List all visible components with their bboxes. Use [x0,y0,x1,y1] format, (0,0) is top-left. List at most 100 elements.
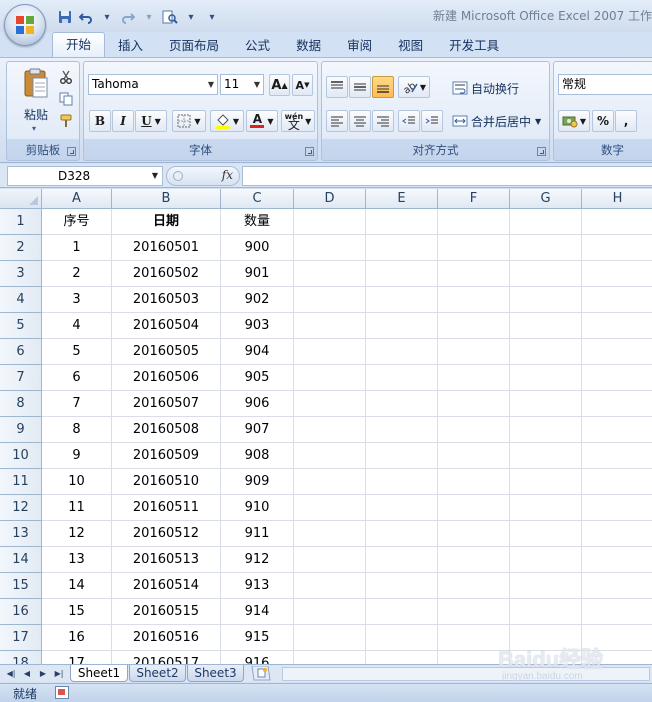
cell-e[interactable] [366,651,438,664]
cell-a[interactable]: 12 [42,521,112,547]
wrap-text-button[interactable]: 自动换行 [452,78,519,98]
cell-b[interactable]: 20160505 [112,339,221,365]
cell-d[interactable] [294,547,366,573]
cell-b[interactable]: 20160501 [112,235,221,261]
cell-g[interactable] [510,209,582,235]
cell-d[interactable] [294,599,366,625]
fill-color-button[interactable]: ▼ [210,110,244,132]
column-header-b[interactable]: B [112,189,221,209]
cell-e[interactable] [366,313,438,339]
shrink-font-button[interactable]: A ▼ [292,74,313,96]
tab-page-layout[interactable]: 页面布局 [156,34,232,58]
cell-f[interactable] [438,365,510,391]
row-header[interactable]: 12 [0,495,42,521]
print-preview-dropdown-icon[interactable]: ▾ [182,8,200,26]
record-macro-icon[interactable] [55,686,69,699]
cell-c[interactable]: 910 [221,495,294,521]
cell-e[interactable] [366,443,438,469]
cell-e[interactable] [366,547,438,573]
cell-d[interactable] [294,495,366,521]
cell-a[interactable]: 1 [42,235,112,261]
tab-home[interactable]: 开始 [52,32,106,58]
redo-dropdown-icon[interactable]: ▾ [140,8,158,26]
tab-view[interactable]: 视图 [385,34,436,58]
cell-h[interactable] [582,651,652,664]
row-header[interactable]: 3 [0,261,42,287]
next-sheet-icon[interactable]: ▶ [36,666,50,681]
cell-c[interactable]: 904 [221,339,294,365]
cell-a[interactable]: 14 [42,573,112,599]
cell-g[interactable] [510,469,582,495]
row-header[interactable]: 2 [0,235,42,261]
select-all-button[interactable] [0,189,42,209]
cell-f[interactable] [438,495,510,521]
cell-c[interactable]: 906 [221,391,294,417]
row-header[interactable]: 16 [0,599,42,625]
column-header-d[interactable]: D [294,189,366,209]
cell-h[interactable] [582,391,652,417]
cell-h[interactable] [582,209,652,235]
alignment-dialog-launcher[interactable] [537,147,546,156]
cell-h[interactable] [582,625,652,651]
first-sheet-icon[interactable]: ◀| [4,666,18,681]
cell-c[interactable]: 903 [221,313,294,339]
cell-f[interactable] [438,287,510,313]
undo-icon[interactable] [77,8,95,26]
cell-d[interactable] [294,417,366,443]
cell-h[interactable] [582,443,652,469]
cell-g[interactable] [510,287,582,313]
cell-b[interactable]: 20160514 [112,573,221,599]
cell-f[interactable] [438,235,510,261]
font-size-combo[interactable]: 11 ▼ [220,74,264,95]
cell-b[interactable]: 20160516 [112,625,221,651]
cell-e[interactable] [366,235,438,261]
row-header[interactable]: 6 [0,339,42,365]
align-left-button[interactable] [326,110,348,132]
cell-c[interactable]: 913 [221,573,294,599]
tab-insert[interactable]: 插入 [105,34,156,58]
undo-dropdown-icon[interactable]: ▾ [98,8,116,26]
cell-e[interactable] [366,209,438,235]
cell-g[interactable] [510,495,582,521]
cell-c[interactable]: 907 [221,417,294,443]
cell-h[interactable] [582,469,652,495]
cell-d[interactable] [294,365,366,391]
cell-d[interactable] [294,391,366,417]
cell-c[interactable]: 915 [221,625,294,651]
cell-a[interactable]: 2 [42,261,112,287]
cell-h[interactable] [582,495,652,521]
row-header[interactable]: 11 [0,469,42,495]
cell-b[interactable]: 20160504 [112,313,221,339]
cell-e[interactable] [366,365,438,391]
cell-b[interactable]: 20160515 [112,599,221,625]
formula-input[interactable] [242,166,652,186]
insert-sheet-icon[interactable] [250,666,272,681]
cell-a[interactable]: 10 [42,469,112,495]
cell-g[interactable] [510,625,582,651]
cell-a[interactable]: 7 [42,391,112,417]
cell-h[interactable] [582,339,652,365]
cell-e[interactable] [366,261,438,287]
name-box-dropdown-icon[interactable]: ▼ [152,167,158,185]
cell-d[interactable] [294,573,366,599]
cell-g[interactable] [510,599,582,625]
cell-b[interactable]: 20160509 [112,443,221,469]
save-icon[interactable] [56,8,74,26]
cell-h[interactable] [582,573,652,599]
sheet-tab-sheet3[interactable]: Sheet3 [187,665,244,682]
cell-e[interactable] [366,339,438,365]
column-header-g[interactable]: G [510,189,582,209]
cell-c[interactable]: 914 [221,599,294,625]
row-header[interactable]: 18 [0,651,42,664]
align-bottom-button[interactable] [372,76,394,98]
borders-button[interactable]: ▼ [172,110,206,132]
cell-a[interactable]: 序号 [42,209,112,235]
currency-button[interactable]: ▼ [558,110,590,132]
cell-d[interactable] [294,625,366,651]
row-header[interactable]: 1 [0,209,42,235]
cell-h[interactable] [582,521,652,547]
cell-a[interactable]: 6 [42,365,112,391]
cell-b[interactable]: 20160507 [112,391,221,417]
cell-a[interactable]: 4 [42,313,112,339]
cell-c[interactable]: 905 [221,365,294,391]
